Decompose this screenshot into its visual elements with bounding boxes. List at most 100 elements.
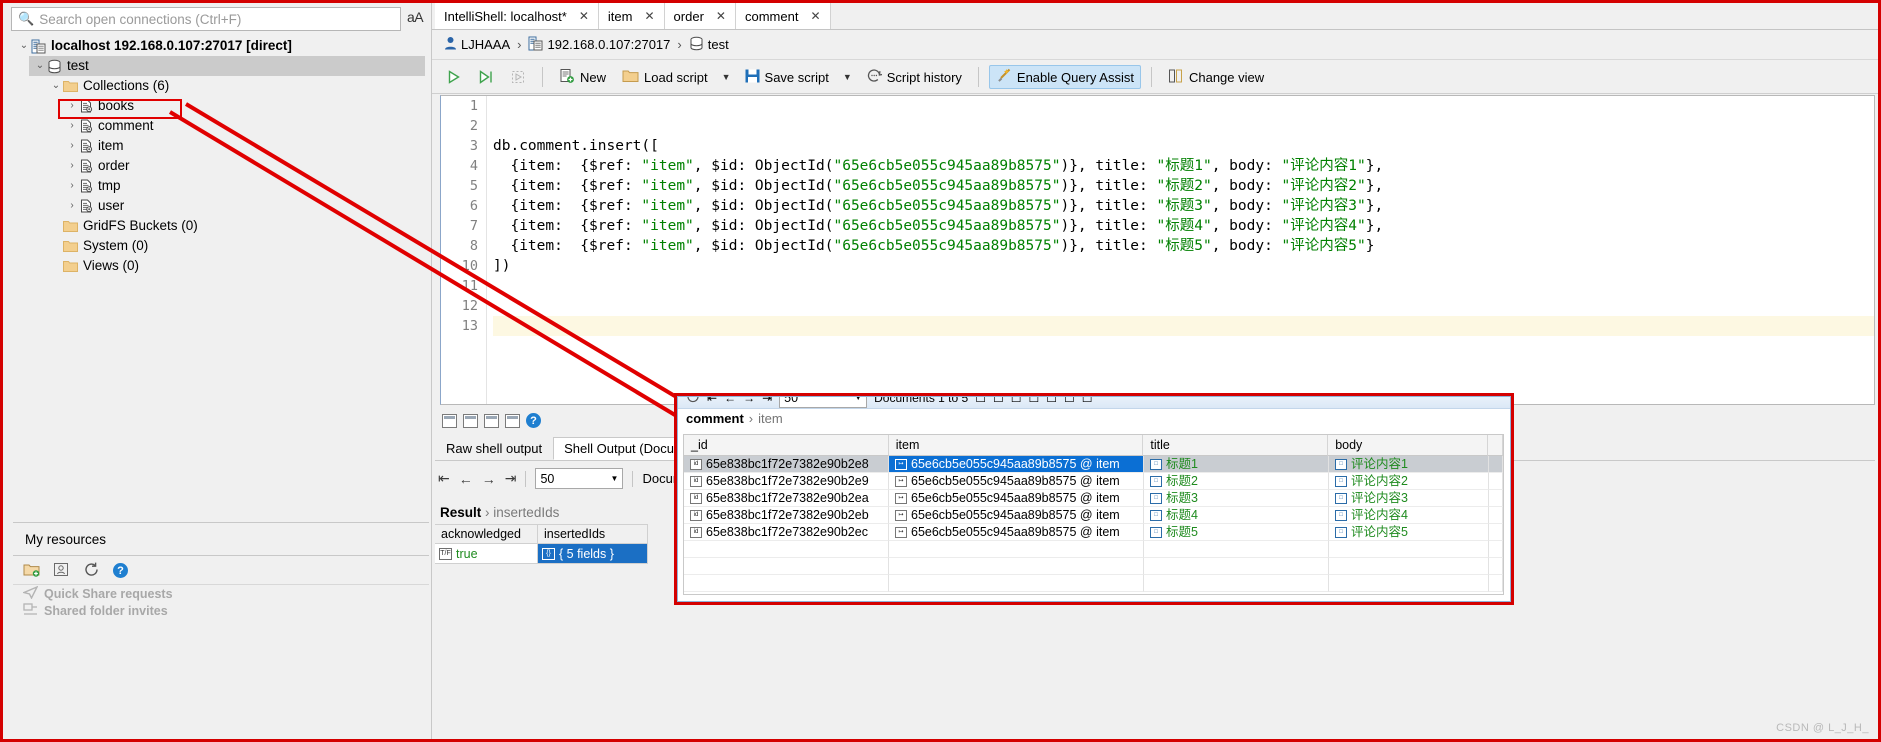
grid-column-header[interactable]: item bbox=[888, 435, 1144, 456]
tree-item-system[interactable]: System (0) bbox=[45, 236, 425, 256]
load-script-dropdown-icon[interactable]: ▼ bbox=[718, 72, 735, 82]
grid-cell-body[interactable]: □ 评论内容1 bbox=[1329, 456, 1489, 473]
grid-cell-body[interactable]: □ 评论内容5 bbox=[1329, 524, 1489, 541]
help-icon[interactable]: ? bbox=[113, 563, 128, 578]
chevron-down-icon[interactable]: ⌄ bbox=[49, 76, 63, 96]
tree-item-tmp[interactable]: › tmp bbox=[61, 176, 425, 196]
tree-item-item[interactable]: › item bbox=[61, 136, 425, 156]
grid-column-header[interactable]: body bbox=[1328, 435, 1488, 456]
enable-query-assist-button[interactable]: Enable Query Assist bbox=[988, 65, 1141, 89]
tree-item-comment[interactable]: › comment bbox=[61, 116, 425, 136]
grid-cell-item[interactable]: ↦ 65e6cb5e055c945aa89b8575 @ item bbox=[889, 473, 1144, 490]
grid-breadcrumb-field[interactable]: item bbox=[758, 411, 783, 426]
grid-cell-item[interactable]: ↦ 65e6cb5e055c945aa89b8575 @ item bbox=[889, 507, 1144, 524]
grid-cell-id[interactable]: id 65e838bc1f72e7382e90b2ea bbox=[684, 490, 889, 507]
tree-item-order[interactable]: › order bbox=[61, 156, 425, 176]
resource-link[interactable]: Quick Share requests bbox=[13, 585, 429, 602]
breadcrumb-user[interactable]: LJHAAA bbox=[461, 37, 510, 52]
grid-cell-body[interactable]: □ 评论内容2 bbox=[1329, 473, 1489, 490]
editor-code[interactable]: db.comment.insert([ {item: {$ref: "item"… bbox=[487, 96, 1874, 404]
run-selection-icon[interactable] bbox=[472, 65, 500, 89]
result-cell-insertedids[interactable]: {} { 5 fields } bbox=[538, 544, 648, 564]
first-page-icon[interactable]: ⇤ bbox=[707, 397, 717, 405]
save-script-button[interactable]: Save script bbox=[739, 65, 835, 89]
next-page-icon[interactable]: → bbox=[743, 397, 755, 405]
tree-item-gridfs[interactable]: GridFS Buckets (0) bbox=[45, 216, 425, 236]
my-resources-header[interactable]: My resources bbox=[13, 523, 429, 556]
view-json-icon[interactable] bbox=[484, 413, 499, 428]
grid-cell-title[interactable]: □ 标题3 bbox=[1144, 490, 1329, 507]
last-page-icon[interactable]: ⇥ bbox=[505, 470, 517, 487]
page-size-select[interactable]: 50 ▼ bbox=[779, 397, 868, 408]
help-icon[interactable]: ? bbox=[526, 413, 541, 428]
grid-cell-id[interactable]: id 65e838bc1f72e7382e90b2e9 bbox=[684, 473, 889, 490]
close-icon[interactable]: ✕ bbox=[644, 9, 654, 23]
grid-column-header[interactable]: _id bbox=[684, 435, 889, 456]
grid-row[interactable]: id 65e838bc1f72e7382e90b2eb ↦ 65e6cb5e055c9… bbox=[684, 507, 1503, 524]
export-icon[interactable]: ☐ bbox=[1064, 397, 1075, 405]
breadcrumb-database[interactable]: test bbox=[708, 37, 729, 52]
script-history-button[interactable]: Script history bbox=[860, 65, 968, 89]
breadcrumb-host[interactable]: 192.168.0.107:27017 bbox=[547, 37, 670, 52]
chevron-down-icon[interactable]: ⌄ bbox=[33, 56, 47, 76]
resource-link[interactable]: Shared folder invites bbox=[13, 602, 429, 619]
grid-cell-body[interactable]: □ 评论内容3 bbox=[1329, 490, 1489, 507]
grid-cell-item[interactable]: ↦ 65e6cb5e055c945aa89b8575 @ item bbox=[889, 456, 1144, 473]
result-column-header[interactable]: insertedIds bbox=[538, 524, 648, 544]
grid-cell-id[interactable]: id 65e838bc1f72e7382e90b2ec bbox=[684, 524, 889, 541]
grid-cell-id[interactable]: id 65e838bc1f72e7382e90b2e8 bbox=[684, 456, 889, 473]
tree-item-localhost[interactable]: ⌄ localhost 192.168.0.107:27017 [direct] bbox=[13, 36, 425, 56]
add-document-icon[interactable]: ☐ bbox=[975, 397, 986, 405]
grid-cell-body[interactable]: □ 评论内容4 bbox=[1329, 507, 1489, 524]
editor-tab[interactable]: comment ✕ bbox=[735, 3, 831, 29]
view-table-icon[interactable] bbox=[442, 413, 457, 428]
refresh-icon[interactable] bbox=[83, 562, 100, 580]
add-contact-icon[interactable] bbox=[53, 562, 70, 580]
next-page-icon[interactable]: → bbox=[482, 471, 496, 487]
grid-cell-item[interactable]: ↦ 65e6cb5e055c945aa89b8575 @ item bbox=[889, 490, 1144, 507]
result-column-header[interactable]: acknowledged bbox=[435, 524, 538, 544]
search-input[interactable]: 🔍 Search open connections (Ctrl+F) bbox=[11, 7, 401, 31]
result-cell-acknowledged[interactable]: T/F true bbox=[435, 544, 538, 564]
clone-document-icon[interactable]: ☐ bbox=[993, 397, 1004, 405]
edit-document-icon[interactable]: ☐ bbox=[1028, 397, 1039, 405]
chevron-right-icon[interactable]: › bbox=[65, 116, 79, 136]
new-folder-icon[interactable] bbox=[23, 562, 40, 580]
tree-item-books[interactable]: › books bbox=[61, 96, 425, 116]
grid-breadcrumb-collection[interactable]: comment bbox=[686, 411, 744, 426]
last-page-icon[interactable]: ⇥ bbox=[762, 397, 772, 405]
grid-row[interactable]: id 65e838bc1f72e7382e90b2ec ↦ 65e6cb5e055c9… bbox=[684, 524, 1503, 541]
tree-item-test[interactable]: ⌄ test bbox=[29, 56, 425, 76]
close-icon[interactable]: ✕ bbox=[810, 9, 820, 23]
edit-json-icon[interactable]: ☐ bbox=[1011, 397, 1022, 405]
output-tab[interactable]: Raw shell output bbox=[435, 437, 553, 460]
page-size-select[interactable]: 50 ▼ bbox=[535, 468, 624, 489]
grid-row[interactable]: id 65e838bc1f72e7382e90b2e9 ↦ 65e6cb5e055c9… bbox=[684, 473, 1503, 490]
chevron-right-icon[interactable]: › bbox=[65, 136, 79, 156]
grid-cell-id[interactable]: id 65e838bc1f72e7382e90b2eb bbox=[684, 507, 889, 524]
delete-icon[interactable]: ☐ bbox=[1082, 397, 1093, 405]
close-icon[interactable]: ✕ bbox=[579, 9, 589, 23]
close-icon[interactable]: ✕ bbox=[716, 9, 726, 23]
editor-tab[interactable]: order ✕ bbox=[664, 3, 736, 29]
prev-page-icon[interactable]: ← bbox=[459, 471, 473, 487]
prev-page-icon[interactable]: ← bbox=[724, 397, 736, 405]
chevron-right-icon[interactable]: › bbox=[65, 176, 79, 196]
font-size-button[interactable]: aA bbox=[407, 9, 424, 25]
grid-cell-title[interactable]: □ 标题5 bbox=[1144, 524, 1329, 541]
grid-cell-title[interactable]: □ 标题1 bbox=[1144, 456, 1329, 473]
load-script-button[interactable]: Load script bbox=[616, 65, 714, 89]
chevron-right-icon[interactable]: › bbox=[65, 156, 79, 176]
chevron-right-icon[interactable]: › bbox=[65, 196, 79, 216]
code-editor[interactable]: 1 2 3 4 5 6 7 8 10 11 12 13 db.comment.insert([ {it… bbox=[440, 95, 1875, 405]
find-icon[interactable]: ☐ bbox=[1046, 397, 1057, 405]
grid-column-header[interactable]: title bbox=[1143, 435, 1329, 456]
editor-tab[interactable]: IntelliShell: localhost* ✕ bbox=[435, 3, 599, 29]
grid-cell-title[interactable]: □ 标题2 bbox=[1144, 473, 1329, 490]
chevron-right-icon[interactable]: › bbox=[65, 96, 79, 116]
new-button[interactable]: New bbox=[553, 65, 612, 89]
tree-item-collections[interactable]: ⌄ Collections (6) bbox=[45, 76, 425, 96]
chevron-down-icon[interactable]: ⌄ bbox=[17, 36, 31, 56]
grid-cell-item[interactable]: ↦ 65e6cb5e055c945aa89b8575 @ item bbox=[889, 524, 1144, 541]
tree-item-views[interactable]: Views (0) bbox=[45, 256, 425, 276]
